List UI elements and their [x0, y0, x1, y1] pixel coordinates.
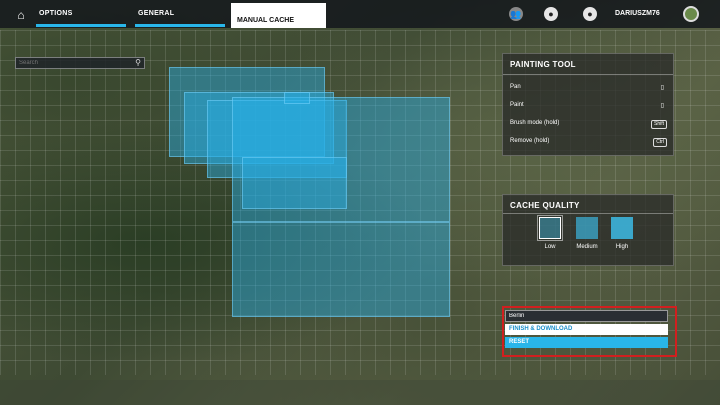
quality-low-label: Low [544, 244, 556, 250]
remove-label: Remove (hold) [510, 138, 550, 144]
shift-key: Shift [650, 120, 667, 129]
quality-high-button[interactable] [611, 217, 633, 239]
cached-tile [284, 92, 310, 104]
profile-icon[interactable]: ● [544, 7, 558, 21]
cached-tile [242, 157, 347, 209]
tab-manual-cache[interactable]: MANUAL CACHE [231, 3, 326, 28]
pan-label: Pan [510, 84, 521, 90]
cache-name-input[interactable] [505, 310, 668, 322]
quality-medium-label: Medium [576, 244, 598, 250]
reset-button[interactable]: RESET [505, 337, 668, 348]
search-input[interactable] [19, 58, 129, 68]
quality-low-button[interactable] [537, 215, 563, 241]
cached-tile [232, 222, 450, 317]
mouse-icon: ▯ [660, 85, 664, 91]
panel-divider [503, 74, 673, 75]
bottom-bar [0, 380, 720, 405]
ctrl-key: Ctrl [653, 138, 667, 147]
username[interactable]: DARIUSZM76 [615, 10, 660, 17]
painting-tool-panel: PAINTING TOOL Pan ▯ Paint ▯ Brush mode (… [502, 53, 674, 156]
avatar[interactable] [683, 6, 699, 22]
paint-label: Paint [510, 102, 524, 108]
cache-quality-panel: CACHE QUALITY Low Medium High [502, 194, 674, 266]
cache-quality-title: CACHE QUALITY [510, 201, 580, 210]
tab-options-underline [36, 24, 126, 27]
notification-icon[interactable]: ● [583, 7, 597, 21]
group-icon[interactable]: 👥 [509, 7, 523, 21]
home-icon[interactable]: ⌂ [12, 8, 30, 22]
panel-divider [503, 213, 673, 214]
search-box[interactable]: ⚲ [15, 57, 145, 69]
top-bar: ⌂ OPTIONS GENERAL MANUAL CACHE 👥 ● ● DAR… [0, 0, 720, 28]
painting-tool-title: PAINTING TOOL [510, 60, 576, 69]
tab-general[interactable]: GENERAL [138, 10, 174, 17]
quality-medium-button[interactable] [576, 217, 598, 239]
finish-download-button[interactable]: FINISH & DOWNLOAD [505, 324, 668, 335]
search-icon[interactable]: ⚲ [135, 58, 141, 67]
tab-options[interactable]: OPTIONS [39, 10, 73, 17]
tab-general-underline [135, 24, 225, 27]
mouse-icon: ▯ [660, 103, 664, 109]
brush-mode-label: Brush mode (hold) [510, 120, 560, 126]
quality-high-label: High [615, 244, 629, 250]
